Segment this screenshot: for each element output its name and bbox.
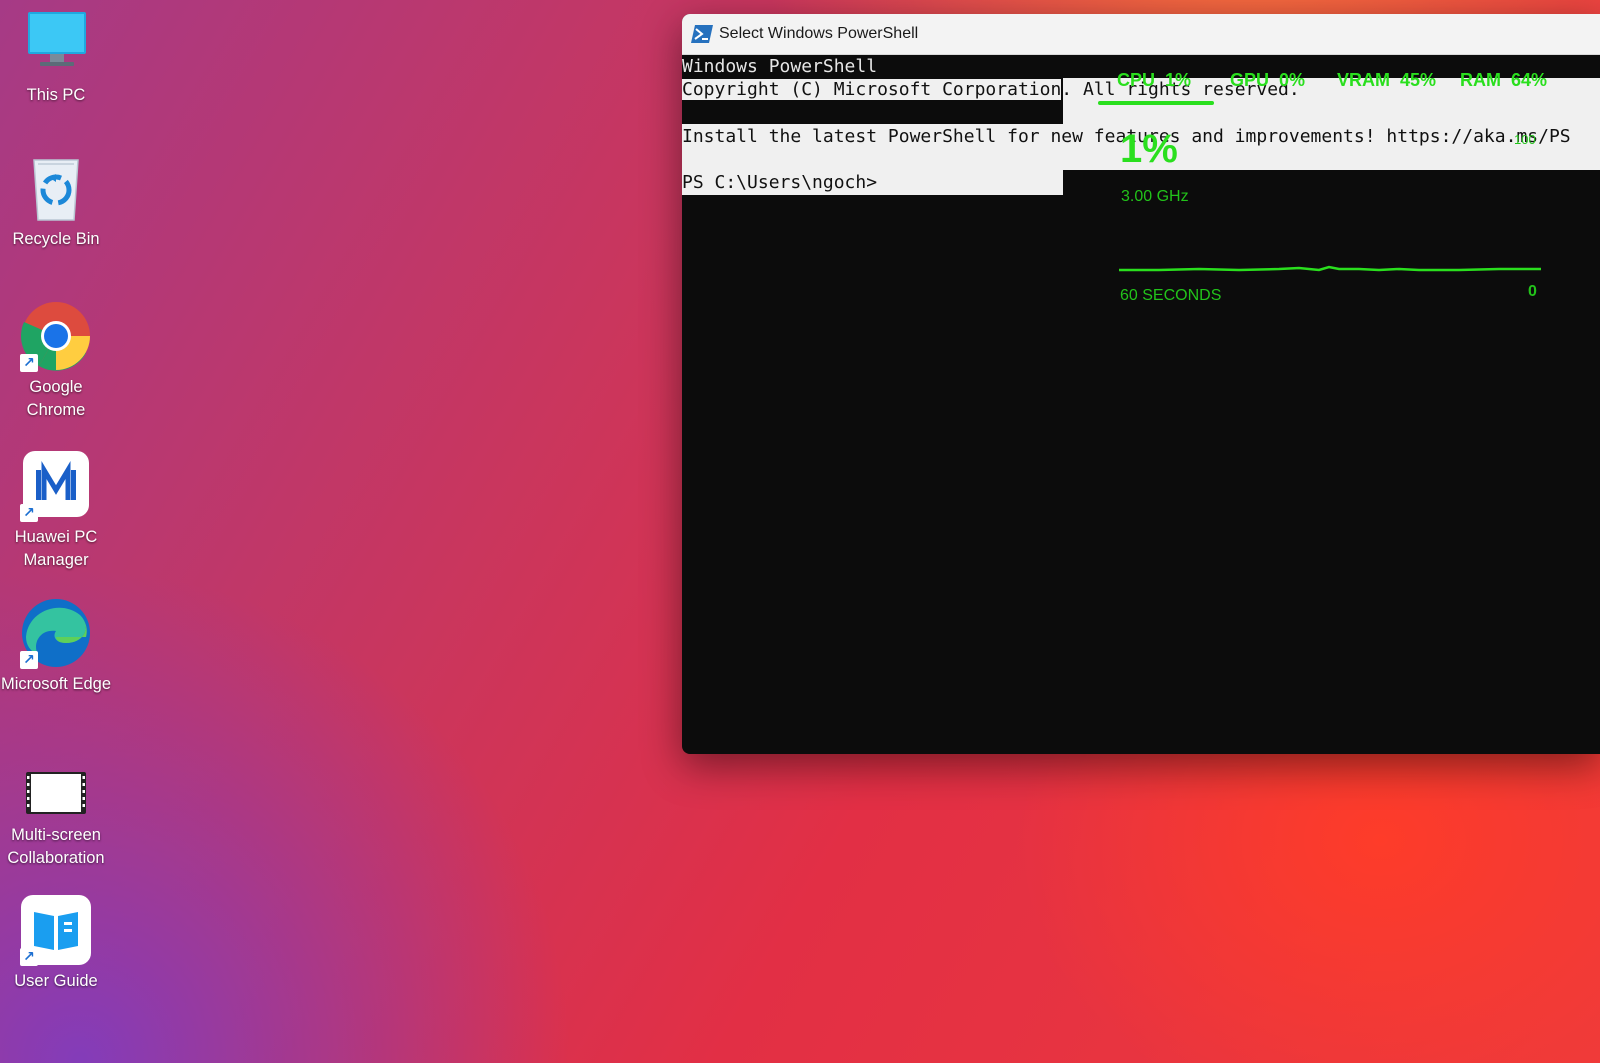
desktop-icon-label: Huawei PC Manager xyxy=(14,528,98,569)
user-guide-icon: ↗ xyxy=(20,894,92,966)
desktop-icon-microsoft-edge[interactable]: ↗ Microsoft Edge xyxy=(0,597,112,696)
powershell-icon xyxy=(691,25,713,43)
chrome-icon: ↗ xyxy=(20,300,92,372)
console-line: Windows PowerShell xyxy=(682,56,878,77)
desktop-icon-label: User Guide xyxy=(14,972,98,990)
console-area[interactable]: Windows PowerShell Copyright (C) Microso… xyxy=(682,55,1600,754)
desktop-icon-label: Google Chrome xyxy=(26,378,86,419)
desktop-icon-recycle-bin[interactable]: Recycle Bin xyxy=(0,152,112,251)
window-titlebar[interactable]: Select Windows PowerShell xyxy=(682,14,1600,55)
console-text-segment: Copyright (C) Microsoft Corporation xyxy=(682,79,1062,100)
desktop-icon-label: Multi-screen Collaboration xyxy=(7,826,105,867)
recycle-bin-icon xyxy=(20,152,92,224)
console-prompt[interactable]: PS C:\Users\ngoch> xyxy=(682,171,877,194)
shortcut-arrow-icon: ↗ xyxy=(20,354,38,372)
computer-monitor-icon xyxy=(20,8,92,80)
console-text-segment: . All rights reserved. xyxy=(1061,79,1300,100)
edge-icon: ↗ xyxy=(20,597,92,669)
desktop-icon-label: Recycle Bin xyxy=(12,230,100,248)
desktop-icon-label: This PC xyxy=(26,86,86,104)
desktop-icon-huawei-pc-manager[interactable]: ↗ Huawei PC Manager xyxy=(0,450,112,572)
multi-screen-icon xyxy=(20,760,92,820)
shortcut-arrow-icon: ↗ xyxy=(20,504,38,522)
shortcut-arrow-icon: ↗ xyxy=(20,948,38,966)
console-line: Install the latest PowerShell for new fe… xyxy=(682,126,1571,147)
shortcut-arrow-icon: ↗ xyxy=(20,651,38,669)
desktop-icon-user-guide[interactable]: ↗ User Guide xyxy=(0,894,112,993)
huawei-pc-manager-icon: ↗ xyxy=(20,450,92,522)
console-line: Copyright (C) Microsoft Corporation. All… xyxy=(682,78,1300,101)
window-title: Select Windows PowerShell xyxy=(719,25,919,42)
desktop-icon-this-pc[interactable]: This PC xyxy=(0,8,112,107)
desktop-icon-label: Microsoft Edge xyxy=(0,675,112,693)
powershell-window[interactable]: Select Windows PowerShell Windows PowerS… xyxy=(682,14,1600,754)
desktop-icon-google-chrome[interactable]: ↗ Google Chrome xyxy=(0,300,112,422)
desktop-icon-multi-screen-collaboration[interactable]: Multi-screen Collaboration xyxy=(0,760,112,870)
